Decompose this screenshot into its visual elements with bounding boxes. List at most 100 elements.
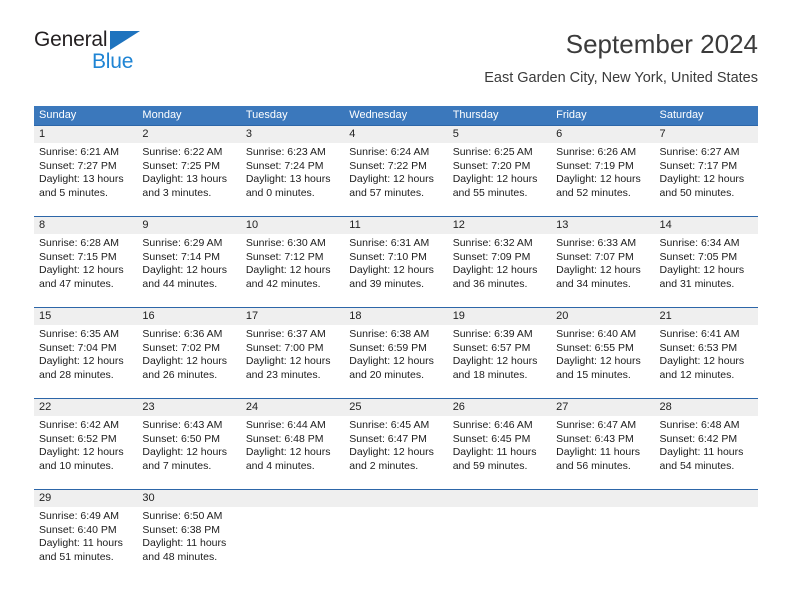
- day-cell-empty: [448, 490, 551, 580]
- day-sun-info: Sunrise: 6:36 AM Sunset: 7:02 PM Dayligh…: [142, 328, 228, 381]
- day-number: [246, 490, 344, 507]
- day-cell[interactable]: 25 Sunrise: 6:45 AM Sunset: 6:47 PM Dayl…: [344, 399, 447, 489]
- day-number: 20: [556, 310, 569, 322]
- day-sun-info: Sunrise: 6:30 AM Sunset: 7:12 PM Dayligh…: [245, 237, 331, 290]
- day-cell-empty: [551, 490, 654, 580]
- weekday-header-wednesday: Wednesday: [349, 109, 408, 121]
- day-number: 25: [349, 401, 362, 413]
- calendar-grid: Sunday Monday Tuesday Wednesday Thursday…: [34, 106, 758, 580]
- weekday-header-saturday: Saturday: [659, 109, 704, 121]
- day-sun-info: Sunrise: 6:44 AM Sunset: 6:48 PM Dayligh…: [245, 419, 331, 472]
- day-number: 12: [452, 219, 465, 231]
- day-number: 13: [556, 219, 569, 231]
- day-sun-info: Sunrise: 6:28 AM Sunset: 7:15 PM Dayligh…: [39, 237, 124, 290]
- day-number: 4: [349, 128, 356, 140]
- day-sun-info: Sunrise: 6:40 AM Sunset: 6:55 PM Dayligh…: [556, 328, 641, 381]
- brand-logo[interactable]: General Blue: [34, 28, 174, 84]
- weekday-header-sunday: Sunday: [39, 109, 77, 121]
- day-cell[interactable]: 9 Sunrise: 6:29 AM Sunset: 7:14 PM Dayli…: [137, 217, 240, 307]
- day-number: 17: [245, 310, 259, 322]
- day-number: 14: [659, 219, 672, 231]
- day-number: 22: [39, 401, 52, 413]
- day-cell[interactable]: 13 Sunrise: 6:33 AM Sunset: 7:07 PM Dayl…: [551, 217, 654, 307]
- day-cell[interactable]: 10 Sunrise: 6:30 AM Sunset: 7:12 PM Dayl…: [241, 217, 344, 307]
- day-sun-info: Sunrise: 6:41 AM Sunset: 6:53 PM Dayligh…: [659, 328, 745, 381]
- day-number: [349, 490, 447, 507]
- title-block: September 2024 East Garden City, New Yor…: [484, 28, 758, 88]
- weekday-header-monday: Monday: [142, 109, 182, 121]
- day-sun-info: Sunrise: 6:32 AM Sunset: 7:09 PM Dayligh…: [452, 237, 538, 290]
- day-cell[interactable]: 1 Sunrise: 6:21 AM Sunset: 7:27 PM Dayli…: [34, 126, 137, 216]
- day-cell-empty: [655, 490, 758, 580]
- day-cell[interactable]: 15 Sunrise: 6:35 AM Sunset: 7:04 PM Dayl…: [34, 308, 137, 398]
- day-sun-info: Sunrise: 6:50 AM Sunset: 6:38 PM Dayligh…: [142, 510, 227, 563]
- day-sun-info: Sunrise: 6:45 AM Sunset: 6:47 PM Dayligh…: [349, 419, 434, 472]
- day-cell[interactable]: 8 Sunrise: 6:28 AM Sunset: 7:15 PM Dayli…: [34, 217, 137, 307]
- day-sun-info: Sunrise: 6:49 AM Sunset: 6:40 PM Dayligh…: [39, 510, 123, 563]
- weekday-header-row: Sunday Monday Tuesday Wednesday Thursday…: [34, 106, 758, 125]
- day-number: 27: [556, 401, 569, 413]
- day-sun-info: Sunrise: 6:22 AM Sunset: 7:25 PM Dayligh…: [142, 146, 228, 199]
- day-sun-info: Sunrise: 6:34 AM Sunset: 7:05 PM Dayligh…: [659, 237, 745, 290]
- brand-name-blue: Blue: [92, 50, 134, 73]
- day-number: 15: [39, 310, 52, 322]
- day-sun-info: Sunrise: 6:39 AM Sunset: 6:57 PM Dayligh…: [452, 328, 538, 381]
- day-cell[interactable]: 24 Sunrise: 6:44 AM Sunset: 6:48 PM Dayl…: [241, 399, 344, 489]
- day-number: 5: [452, 128, 459, 140]
- day-sun-info: Sunrise: 6:26 AM Sunset: 7:19 PM Dayligh…: [556, 146, 641, 199]
- day-cell[interactable]: 16 Sunrise: 6:36 AM Sunset: 7:02 PM Dayl…: [137, 308, 240, 398]
- weekday-header-tuesday: Tuesday: [245, 109, 288, 121]
- day-cell[interactable]: 29 Sunrise: 6:49 AM Sunset: 6:40 PM Dayl…: [34, 490, 137, 580]
- day-number: 29: [39, 492, 52, 504]
- day-sun-info: Sunrise: 6:46 AM Sunset: 6:45 PM Dayligh…: [452, 419, 537, 472]
- day-cell[interactable]: 26 Sunrise: 6:46 AM Sunset: 6:45 PM Dayl…: [448, 399, 551, 489]
- day-cell[interactable]: 23 Sunrise: 6:43 AM Sunset: 6:50 PM Dayl…: [137, 399, 240, 489]
- day-number: [660, 490, 758, 507]
- day-sun-info: Sunrise: 6:43 AM Sunset: 6:50 PM Dayligh…: [142, 419, 228, 472]
- day-cell[interactable]: 30 Sunrise: 6:50 AM Sunset: 6:38 PM Dayl…: [137, 490, 240, 580]
- day-cell[interactable]: 21 Sunrise: 6:41 AM Sunset: 6:53 PM Dayl…: [655, 308, 758, 398]
- day-cell[interactable]: 4 Sunrise: 6:24 AM Sunset: 7:22 PM Dayli…: [344, 126, 447, 216]
- day-cell[interactable]: 6 Sunrise: 6:26 AM Sunset: 7:19 PM Dayli…: [551, 126, 654, 216]
- day-cell-empty: [344, 490, 447, 580]
- week-row: 1 Sunrise: 6:21 AM Sunset: 7:27 PM Dayli…: [34, 125, 758, 216]
- brand-name-general: General: [34, 28, 108, 51]
- day-cell[interactable]: 18 Sunrise: 6:38 AM Sunset: 6:59 PM Dayl…: [344, 308, 447, 398]
- day-number: 21: [659, 310, 672, 322]
- day-number: 16: [142, 310, 155, 322]
- day-sun-info: Sunrise: 6:42 AM Sunset: 6:52 PM Dayligh…: [39, 419, 124, 472]
- day-cell[interactable]: 12 Sunrise: 6:32 AM Sunset: 7:09 PM Dayl…: [448, 217, 551, 307]
- day-sun-info: Sunrise: 6:27 AM Sunset: 7:17 PM Dayligh…: [659, 146, 745, 199]
- day-cell[interactable]: 22 Sunrise: 6:42 AM Sunset: 6:52 PM Dayl…: [34, 399, 137, 489]
- day-number: [556, 490, 654, 507]
- day-cell[interactable]: 2 Sunrise: 6:22 AM Sunset: 7:25 PM Dayli…: [137, 126, 240, 216]
- day-number: 30: [142, 492, 155, 504]
- day-cell[interactable]: 17 Sunrise: 6:37 AM Sunset: 7:00 PM Dayl…: [241, 308, 344, 398]
- day-number: 10: [245, 219, 259, 231]
- day-cell[interactable]: 28 Sunrise: 6:48 AM Sunset: 6:42 PM Dayl…: [655, 399, 758, 489]
- day-number: 7: [659, 128, 666, 140]
- day-number: 11: [349, 219, 361, 231]
- week-row: 29 Sunrise: 6:49 AM Sunset: 6:40 PM Dayl…: [34, 489, 758, 580]
- day-cell[interactable]: 7 Sunrise: 6:27 AM Sunset: 7:17 PM Dayli…: [655, 126, 758, 216]
- day-number: 3: [245, 128, 252, 140]
- day-cell[interactable]: 5 Sunrise: 6:25 AM Sunset: 7:20 PM Dayli…: [448, 126, 551, 216]
- day-number: 8: [39, 219, 46, 231]
- day-number: 6: [556, 128, 563, 140]
- day-number: 1: [39, 128, 46, 140]
- day-sun-info: Sunrise: 6:29 AM Sunset: 7:14 PM Dayligh…: [142, 237, 228, 290]
- day-cell[interactable]: 14 Sunrise: 6:34 AM Sunset: 7:05 PM Dayl…: [655, 217, 758, 307]
- day-cell[interactable]: 19 Sunrise: 6:39 AM Sunset: 6:57 PM Dayl…: [448, 308, 551, 398]
- day-number: 28: [659, 401, 672, 413]
- day-number: 26: [452, 401, 465, 413]
- week-row: 22 Sunrise: 6:42 AM Sunset: 6:52 PM Dayl…: [34, 398, 758, 489]
- weekday-header-friday: Friday: [556, 109, 587, 121]
- day-number: 18: [349, 310, 362, 322]
- day-cell[interactable]: 27 Sunrise: 6:47 AM Sunset: 6:43 PM Dayl…: [551, 399, 654, 489]
- day-cell[interactable]: 3 Sunrise: 6:23 AM Sunset: 7:24 PM Dayli…: [241, 126, 344, 216]
- triangle-icon: [110, 31, 140, 50]
- day-sun-info: Sunrise: 6:25 AM Sunset: 7:20 PM Dayligh…: [452, 146, 538, 199]
- day-cell[interactable]: 11 Sunrise: 6:31 AM Sunset: 7:10 PM Dayl…: [344, 217, 447, 307]
- day-cell[interactable]: 20 Sunrise: 6:40 AM Sunset: 6:55 PM Dayl…: [551, 308, 654, 398]
- weekday-header-thursday: Thursday: [452, 109, 499, 121]
